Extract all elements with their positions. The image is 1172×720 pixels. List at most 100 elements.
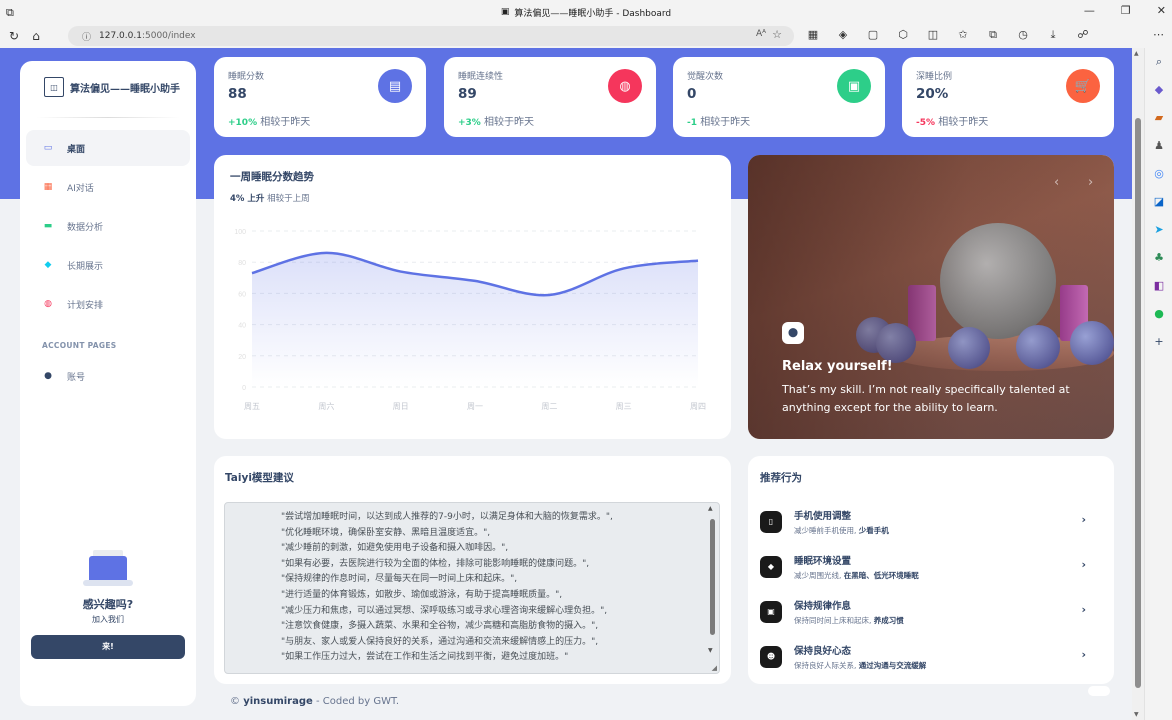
search-icon[interactable]: ⌕ xyxy=(1145,48,1172,76)
url-host: 127.0.0.1 xyxy=(99,31,142,41)
copyright-symbol: © xyxy=(230,696,240,707)
onenote-icon[interactable]: ◧ xyxy=(1145,272,1172,300)
add-icon[interactable]: + xyxy=(1145,328,1172,356)
recs-title: 推荐行为 xyxy=(760,472,802,484)
people-icon[interactable]: ♟ xyxy=(1145,132,1172,160)
advice-scrollbar[interactable]: ▲ ▼ xyxy=(707,505,717,671)
tree-icon[interactable]: ♣ xyxy=(1145,244,1172,272)
chevron-right-icon[interactable]: › xyxy=(1081,603,1086,616)
brand[interactable]: ◫ 算法偏见——睡眠小助手 xyxy=(20,61,196,113)
sidebar: ◫ 算法偏见——睡眠小助手 ▭ 桌面 ▦ AI对话 ▬ 数据分析 ◆ 长期展示 … xyxy=(20,61,196,706)
window-title: 算法偏见——睡眠小助手 - Dashboard xyxy=(514,8,672,19)
sidebar-item-ai-chat[interactable]: ▦ AI对话 xyxy=(26,169,190,205)
advice-line: "减少压力和焦虑，可以通过冥想、深呼吸练习或寻求心理咨询来缓解心理负担。", xyxy=(281,605,608,616)
floating-pill[interactable] xyxy=(1088,686,1110,696)
relax-carousel: ‹ › ⬤ Relax yourself! That’s my skill. I… xyxy=(748,155,1114,439)
favorite-star-icon[interactable]: ☆ xyxy=(772,28,782,41)
stat-compare: 相较于昨天 xyxy=(260,117,311,128)
collections-icon[interactable]: ⧉ xyxy=(984,28,1002,42)
document-icon: ▣ xyxy=(837,69,871,103)
x-tick-label: 周二 xyxy=(541,402,557,411)
dashboard-page: ◫ 算法偏见——睡眠小助手 ▭ 桌面 ▦ AI对话 ▬ 数据分析 ◆ 长期展示 … xyxy=(0,48,1132,720)
toolbox-icon[interactable]: ▰ xyxy=(1145,104,1172,132)
smile-icon: ☻ xyxy=(760,645,782,668)
folder-illustration-icon xyxy=(79,546,137,590)
info-icon[interactable]: ⓘ xyxy=(82,30,91,43)
globe-icon: ◍ xyxy=(608,69,642,103)
carousel-prev-icon[interactable]: ‹ xyxy=(1054,175,1059,190)
carousel-next-icon[interactable]: › xyxy=(1088,175,1093,190)
sidebar-item-desktop[interactable]: ▭ 桌面 xyxy=(26,130,190,166)
resize-handle-icon[interactable]: ◢ xyxy=(712,664,717,672)
user-icon: ● xyxy=(44,371,52,381)
phone-icon: ▯ xyxy=(760,510,782,533)
chevron-right-icon[interactable]: › xyxy=(1081,558,1086,571)
outlook-icon[interactable]: ◪ xyxy=(1145,188,1172,216)
copilot-side-icon[interactable]: ◎ xyxy=(1145,160,1172,188)
puzzle-icon[interactable]: ⬡ xyxy=(894,28,912,42)
page-favicon-icon: ▣ xyxy=(500,7,510,17)
read-aloud-icon[interactable]: Aᴬ xyxy=(756,29,766,39)
copilot-icon[interactable]: ☍ xyxy=(1074,28,1092,42)
extension-icon[interactable]: ▦ xyxy=(804,28,822,42)
advice-line: "减少睡前的刺激，如避免使用电子设备和摄入咖啡因。", xyxy=(281,543,509,554)
split-screen-icon[interactable]: ◫ xyxy=(924,28,942,42)
close-icon[interactable]: ✕ xyxy=(1157,4,1166,17)
scrollbar-thumb[interactable] xyxy=(1135,118,1141,688)
chart-trend-text: 相较于上周 xyxy=(267,194,310,204)
advice-textarea[interactable]: "尝试增加睡眠时间，以达到成人推荐的7-9小时，以满足身体和大脑的恢复需求。",… xyxy=(224,502,720,674)
sidebar-item-long-term[interactable]: ◆ 长期展示 xyxy=(26,247,190,283)
minimize-icon[interactable]: — xyxy=(1084,4,1095,17)
tab-actions-icon[interactable]: ⧉ xyxy=(6,6,14,20)
footer-author-link[interactable]: yinsumirage xyxy=(243,696,313,707)
advice-line: "注意饮食健康，多摄入蔬菜、水果和全谷物，减少高糖和高脂肪食物的摄入。", xyxy=(281,621,599,632)
address-bar[interactable]: ⓘ 127.0.0.1:5000/index Aᴬ ☆ xyxy=(68,26,794,46)
rec-desc-bold: 少看手机 xyxy=(858,525,889,535)
home-icon[interactable]: ⌂ xyxy=(28,29,44,43)
rec-item-phone[interactable]: ▯ 手机使用调整 减少睡前手机使用, 少看手机 › xyxy=(760,499,1102,544)
join-button[interactable]: 来! xyxy=(31,635,185,659)
shield-icon[interactable]: ◈ xyxy=(834,28,852,42)
scroll-up-icon[interactable]: ▲ xyxy=(708,505,713,512)
credit-card-icon: ▬ xyxy=(43,221,53,231)
brand-logo-icon: ◫ xyxy=(44,77,64,97)
chevron-right-icon[interactable]: › xyxy=(1081,513,1086,526)
history-icon[interactable]: ◷ xyxy=(1014,28,1032,42)
x-tick-label: 周六 xyxy=(318,401,334,411)
footer-credit: - Coded by GWT. xyxy=(315,696,400,707)
stat-card-sleep-score: 睡眠分数 88 +10% 相较于昨天 ▤ xyxy=(214,57,426,137)
chevron-right-icon[interactable]: › xyxy=(1081,648,1086,661)
scroll-up-icon[interactable]: ▲ xyxy=(1134,50,1139,57)
rec-item-environment[interactable]: ◆ 睡眠环境设置 减少周围光线, 在黑暗、低光环境睡眠 › xyxy=(760,544,1102,589)
tag-icon[interactable]: ◆ xyxy=(1145,76,1172,104)
sidebar-item-account[interactable]: ● 账号 xyxy=(26,358,190,394)
sleep-trend-chart: 0 20 40 60 80 100 周五 周六 周日 周一 周二 周三 周四 xyxy=(234,229,706,411)
refresh-icon[interactable]: ↻ xyxy=(6,29,22,43)
maximize-icon[interactable]: ❐ xyxy=(1121,4,1131,17)
stat-change: +3% xyxy=(458,118,481,128)
sidebar-item-plan[interactable]: ◍ 计划安排 xyxy=(26,286,190,322)
page-icon[interactable]: ▢ xyxy=(864,28,882,42)
y-tick-label: 0 xyxy=(242,385,246,392)
rec-title: 睡眠环境设置 xyxy=(794,555,852,567)
scroll-down-icon[interactable]: ▼ xyxy=(708,647,713,654)
advice-scrollbar-thumb[interactable] xyxy=(710,519,715,635)
y-tick-label: 80 xyxy=(238,260,246,267)
send-icon[interactable]: ➤ xyxy=(1145,216,1172,244)
rec-item-routine[interactable]: ▣ 保持规律作息 保持同时间上床和起床, 养成习惯 › xyxy=(760,589,1102,634)
advice-line: "优化睡眠环境，确保卧室安静、黑暗且温度适宜。", xyxy=(281,527,491,538)
calendar-icon: ▣ xyxy=(760,600,782,623)
x-tick-label: 周四 xyxy=(690,402,706,411)
chart-trend-value: 4% 上升 xyxy=(230,194,265,204)
favorites-icon[interactable]: ✩ xyxy=(954,28,972,42)
page-scrollbar[interactable]: ▲ ▼ xyxy=(1132,48,1144,720)
rec-title: 保持良好心态 xyxy=(794,645,852,657)
download-icon[interactable]: ⤓ xyxy=(1044,28,1062,42)
more-menu-icon[interactable]: ⋯ xyxy=(1153,28,1164,41)
rec-desc: 减少周围光线, xyxy=(794,570,842,580)
rec-title: 手机使用调整 xyxy=(794,510,852,522)
spotify-icon[interactable]: ● xyxy=(1145,300,1172,328)
rec-item-mindset[interactable]: ☻ 保持良好心态 保持良好人际关系, 通过沟通与交流缓解 › xyxy=(760,634,1102,679)
sidebar-item-data-analysis[interactable]: ▬ 数据分析 xyxy=(26,208,190,244)
scroll-down-icon[interactable]: ▼ xyxy=(1134,711,1139,718)
